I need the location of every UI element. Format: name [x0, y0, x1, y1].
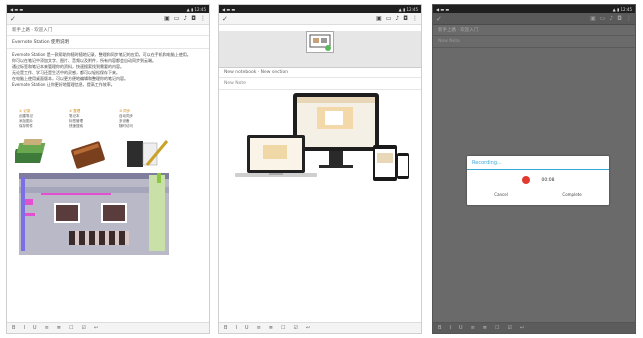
record-dot-icon — [521, 176, 530, 184]
status-left: ◀ ▬ ▬ — [222, 6, 236, 12]
note-title[interactable]: New Note — [433, 36, 635, 48]
camera-icon[interactable]: ▣ — [590, 15, 596, 22]
mic-icon[interactable]: ♪ — [183, 15, 187, 22]
status-bar: ◀ ▬ ▬ ▲ ▮ 12:45 — [219, 5, 421, 13]
back-icon[interactable]: ✓ — [222, 15, 228, 23]
checked-icon[interactable]: ☑ — [507, 325, 511, 331]
bold-icon[interactable]: B — [224, 325, 227, 331]
status-left: ◀ ▬ ▬ — [10, 6, 24, 12]
list-icon[interactable]: ≡ — [257, 325, 261, 331]
recording-timer: 00:08 — [541, 177, 555, 183]
image-icon[interactable]: ◘ — [617, 15, 622, 22]
screen-thumbnail-icon — [309, 34, 331, 51]
cancel-button[interactable]: Cancel — [494, 192, 508, 197]
underline-icon[interactable]: U — [33, 325, 37, 331]
attach-icon[interactable]: ▭ — [174, 15, 180, 22]
undo-icon[interactable]: ↩ — [520, 325, 524, 331]
app-bar: ✓ ▣ ▭ ♪ ◘ ⋮ — [7, 13, 209, 25]
status-clock: ▲ ▮ 12:45 — [186, 6, 206, 12]
numbered-list-icon[interactable]: ≣ — [57, 325, 61, 331]
format-toolbar: B I U ≡ ≣ ☐ ☑ ↩ — [433, 322, 635, 333]
column-line: 快速搜索 — [69, 124, 83, 128]
italic-icon[interactable]: I — [449, 325, 450, 331]
toolbar-icons: ▣ ▭ ♪ ◘ ⋮ — [376, 15, 418, 22]
more-icon[interactable]: ⋮ — [626, 15, 632, 22]
toolbar-icons: ▣ ▭ ♪ ◘ ⋮ — [590, 15, 632, 22]
italic-icon[interactable]: I — [235, 325, 236, 331]
attachment-thumbnail[interactable] — [306, 31, 334, 53]
column-line: 随时访问 — [119, 124, 133, 128]
back-icon[interactable]: ✓ — [436, 15, 442, 23]
numbered-list-icon[interactable]: ≣ — [483, 325, 487, 331]
notebook-path[interactable]: New notebook · New section — [219, 68, 421, 78]
recording-status: 00:08 — [467, 176, 609, 184]
status-clock: ▲ ▮ 12:45 — [612, 6, 632, 12]
body-line: Evernote Station 让你更好地管理信息，提高工作效率。 — [12, 82, 115, 87]
note-title[interactable]: Evernote Station 使用说明 — [7, 36, 209, 49]
image-icon[interactable]: ◘ — [191, 15, 196, 22]
note-body[interactable]: Evernote Station 是一款帮助你随时随地记录、整理和同步笔记的应用… — [7, 49, 209, 91]
more-icon[interactable]: ⋮ — [412, 15, 418, 22]
numbered-list-icon[interactable]: ≣ — [269, 325, 273, 331]
checked-icon[interactable]: ☑ — [293, 325, 297, 331]
italic-icon[interactable]: I — [23, 325, 24, 331]
column-record: ① 记录 创建笔记 添加图片 保存附件 — [19, 109, 33, 129]
underline-icon[interactable]: U — [245, 325, 249, 331]
undo-icon[interactable]: ↩ — [306, 325, 310, 331]
recording-dialog: Recording... 00:08 Cancel Complete — [467, 156, 609, 205]
undo-icon[interactable]: ↩ — [94, 325, 98, 331]
column-organize: ② 整理 笔记本 标签管理 快速搜索 — [69, 109, 83, 129]
camera-icon[interactable]: ▣ — [376, 15, 382, 22]
list-icon[interactable]: ≡ — [471, 325, 475, 331]
bold-icon[interactable]: B — [438, 325, 441, 331]
status-clock: ▲ ▮ 12:45 — [398, 6, 418, 12]
mic-icon[interactable]: ♪ — [395, 15, 399, 22]
desktop-screenshot-image — [19, 173, 169, 255]
attach-icon[interactable]: ▭ — [600, 15, 606, 22]
phone-screen-note: ◀ ▬ ▬ ▲ ▮ 12:45 ✓ ▣ ▭ ♪ ◘ ⋮ 新手上路 · 欢迎入门 … — [6, 4, 210, 334]
status-left: ◀ ▬ ▬ — [436, 6, 450, 12]
format-toolbar: B I U ≡ ≣ ☐ ☑ ↩ — [7, 322, 209, 333]
toolbar-icons: ▣ ▭ ♪ ◘ ⋮ — [164, 15, 206, 22]
checkbox-icon[interactable]: ☐ — [495, 325, 499, 331]
notebook-stack-icon — [15, 139, 46, 163]
feature-illustrations — [15, 139, 169, 169]
notebook-path[interactable]: 新手上路 · 欢迎入门 — [7, 25, 209, 36]
dialog-title: Recording... — [467, 156, 609, 170]
app-bar: ✓ ▣ ▭ ♪ ◘ ⋮ — [219, 13, 421, 25]
notebook-path[interactable]: 新手上路 · 欢迎入门 — [433, 25, 635, 36]
list-icon[interactable]: ≡ — [45, 325, 49, 331]
format-toolbar: B I U ≡ ≣ ☐ ☑ ↩ — [219, 322, 421, 333]
camera-icon[interactable]: ▣ — [164, 15, 170, 22]
app-bar: ✓ ▣ ▭ ♪ ◘ ⋮ — [433, 13, 635, 25]
attach-icon[interactable]: ▭ — [386, 15, 392, 22]
more-icon[interactable]: ⋮ — [200, 15, 206, 22]
mic-icon[interactable]: ♪ — [609, 15, 613, 22]
bold-icon[interactable]: B — [12, 325, 15, 331]
status-bar: ◀ ▬ ▬ ▲ ▮ 12:45 — [7, 5, 209, 13]
column-sync: ③ 同步 自动同步 多设备 随时访问 — [119, 109, 133, 129]
attachment-preview-bar — [219, 31, 421, 68]
image-icon[interactable]: ◘ — [403, 15, 408, 22]
underline-icon[interactable]: U — [459, 325, 463, 331]
dialog-buttons: Cancel Complete — [467, 192, 609, 197]
checked-icon[interactable]: ☑ — [81, 325, 85, 331]
column-line: 保存附件 — [19, 124, 33, 128]
status-bar: ◀ ▬ ▬ ▲ ▮ 12:45 — [433, 5, 635, 13]
phone-screen-attachment: ◀ ▬ ▬ ▲ ▮ 12:45 ✓ ▣ ▭ ♪ ◘ ⋮ New notebook… — [218, 4, 422, 334]
complete-button[interactable]: Complete — [562, 192, 581, 197]
devices-image — [235, 93, 409, 181]
book-icon — [71, 141, 105, 169]
back-icon[interactable]: ✓ — [10, 15, 16, 23]
checkbox-icon[interactable]: ☐ — [281, 325, 285, 331]
phone-screen-recording: ◀ ▬ ▬ ▲ ▮ 12:45 ✓ ▣ ▭ ♪ ◘ ⋮ 新手上路 · 欢迎入门 … — [432, 4, 636, 334]
checkbox-icon[interactable]: ☐ — [69, 325, 73, 331]
notepad-pen-icon — [127, 140, 169, 167]
